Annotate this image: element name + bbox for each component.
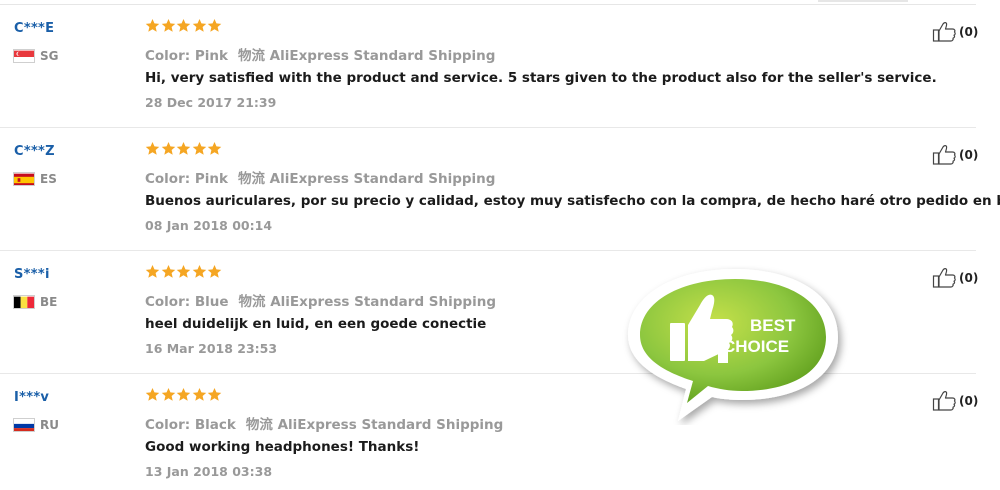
helpful-count: (0): [959, 25, 979, 39]
shipping-label: 物流: [238, 294, 266, 310]
star-icon: [207, 387, 222, 402]
star-icon: [176, 18, 191, 33]
reviewer-name: C***Z: [14, 144, 55, 159]
review-item: C***Z ES Color: Pink 物流 AliExpress Standard…: [0, 128, 1000, 251]
star-icon: [176, 264, 191, 279]
star-icon: [192, 264, 207, 279]
review-date: 28 Dec 2017 21:39: [145, 95, 277, 110]
reviewer-country: BE: [13, 295, 57, 309]
reviewer-country: ES: [13, 172, 57, 186]
star-icon: [161, 387, 176, 402]
reviewer-country: RU: [13, 418, 59, 432]
shipping-label: 物流: [245, 417, 273, 433]
star-icon: [207, 264, 222, 279]
badge-best-text: BEST: [750, 316, 796, 335]
thumbs-up-icon[interactable]: [932, 21, 958, 43]
helpful-button[interactable]: (0): [932, 267, 978, 289]
color-label: Color:: [145, 48, 191, 64]
reviewer-country: SG: [13, 49, 59, 63]
star-icon: [192, 141, 207, 156]
review-text: heel duidelijk en luid, en een goede con…: [145, 316, 487, 332]
country-flag-icon: [13, 172, 35, 186]
country-flag-icon: [13, 295, 35, 309]
star-icon: [145, 387, 160, 402]
rating-stars: [145, 264, 223, 279]
thumbs-up-icon[interactable]: [932, 390, 958, 412]
rating-stars: [145, 18, 223, 33]
review-text: Good working headphones! Thanks!: [145, 439, 420, 455]
star-icon: [176, 387, 191, 402]
helpful-count: (0): [959, 271, 979, 285]
color-label: Color:: [145, 294, 191, 310]
star-icon: [161, 264, 176, 279]
helpful-count: (0): [959, 394, 979, 408]
star-icon: [207, 141, 222, 156]
order-attributes: Color: Black 物流 AliExpress Standard Shipp…: [145, 413, 503, 433]
reviewer-name: C***E: [14, 21, 55, 36]
shipping-label: 物流: [237, 171, 265, 187]
color-value: Black: [194, 417, 236, 433]
thumbs-up-icon[interactable]: [932, 144, 958, 166]
star-icon: [192, 18, 207, 33]
star-icon: [161, 18, 176, 33]
rating-stars: [145, 141, 223, 156]
shipping-value: AliExpress Standard Shipping: [269, 48, 496, 64]
star-icon: [145, 141, 160, 156]
country-code: BE: [40, 295, 58, 309]
top-tab-edge: [818, 0, 908, 2]
country-flag-icon: [13, 49, 35, 63]
review-item: C***E SG Color: Pink 物流 AliExpress Standard…: [0, 5, 978, 128]
country-flag-icon: [13, 418, 35, 432]
thumbs-up-icon[interactable]: [932, 267, 958, 289]
shipping-value: AliExpress Standard Shipping: [270, 294, 496, 310]
country-code: RU: [40, 418, 59, 432]
reviewer-name: S***i: [14, 267, 50, 282]
helpful-count: (0): [959, 148, 979, 162]
helpful-button[interactable]: (0): [932, 144, 978, 166]
star-icon: [207, 18, 222, 33]
color-label: Color:: [145, 171, 191, 187]
color-label: Color:: [145, 417, 191, 433]
color-value: Pink: [194, 171, 228, 187]
color-value: Blue: [194, 294, 229, 310]
review-text: Hi, very satisfied with the product and …: [145, 70, 937, 86]
order-attributes: Color: Pink 物流 AliExpress Standard Shippi…: [145, 44, 495, 64]
review-date: 08 Jan 2018 00:14: [145, 218, 273, 233]
order-attributes: Color: Blue 物流 AliExpress Standard Shippi…: [145, 290, 496, 310]
helpful-button[interactable]: (0): [932, 21, 978, 43]
review-date: 13 Jan 2018 03:38: [145, 464, 273, 479]
star-icon: [161, 141, 176, 156]
star-icon: [145, 18, 160, 33]
review-text: Buenos auriculares, por su precio y cali…: [145, 193, 1000, 209]
badge-choice-text: CHOICE: [723, 337, 789, 356]
shipping-value: AliExpress Standard Shipping: [269, 171, 496, 187]
rating-stars: [145, 387, 223, 402]
reviewer-name: I***v: [14, 390, 50, 405]
best-choice-badge: BEST CHOICE: [628, 269, 838, 421]
star-icon: [145, 264, 160, 279]
shipping-value: AliExpress Standard Shipping: [277, 417, 504, 433]
color-value: Pink: [194, 48, 228, 64]
helpful-button[interactable]: (0): [932, 390, 978, 412]
star-icon: [192, 387, 207, 402]
order-attributes: Color: Pink 物流 AliExpress Standard Shippi…: [145, 167, 495, 187]
star-icon: [176, 141, 191, 156]
review-date: 16 Mar 2018 23:53: [145, 341, 278, 356]
country-code: ES: [40, 172, 57, 186]
shipping-label: 物流: [237, 48, 265, 64]
country-code: SG: [40, 49, 59, 63]
